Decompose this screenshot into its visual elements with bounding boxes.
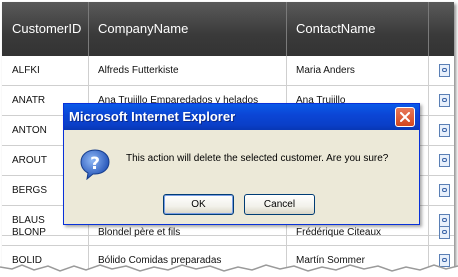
page-edit-icon[interactable] xyxy=(439,124,450,137)
dialog-title: Microsoft Internet Explorer xyxy=(69,109,236,124)
cell-customerid: ALFKI xyxy=(12,65,40,76)
close-icon xyxy=(400,112,410,122)
page-edit-icon[interactable] xyxy=(439,94,450,107)
cell-companyname: Alfreds Futterkiste xyxy=(98,65,179,76)
column-header-companyname[interactable]: CompanyName xyxy=(88,2,286,56)
dialog-message: This action will delete the selected cus… xyxy=(126,153,389,164)
page-edit-icon[interactable] xyxy=(439,154,450,167)
dialog-titlebar[interactable]: Microsoft Internet Explorer xyxy=(64,104,419,130)
grid-header: CustomerID CompanyName ContactName xyxy=(2,2,454,56)
svg-text:?: ? xyxy=(90,154,100,174)
question-icon: ? xyxy=(80,149,110,180)
confirm-dialog: Microsoft Internet Explorer ? This actio… xyxy=(63,103,420,225)
cell-contactname: Maria Anders xyxy=(296,65,355,76)
cancel-button[interactable]: Cancel xyxy=(244,194,315,215)
ok-button[interactable]: OK xyxy=(163,194,234,215)
page-edit-icon[interactable] xyxy=(439,64,450,77)
column-divider xyxy=(428,2,429,56)
column-header-contactname[interactable]: ContactName xyxy=(286,2,428,56)
page-edit-icon[interactable] xyxy=(439,184,450,197)
column-header-customerid[interactable]: CustomerID xyxy=(2,2,88,56)
dialog-close-button[interactable] xyxy=(395,107,415,127)
page-edit-icon[interactable] xyxy=(439,226,450,239)
table-row[interactable]: ALFKI Alfreds Futterkiste Maria Anders xyxy=(2,56,454,86)
torn-edge xyxy=(0,264,458,277)
